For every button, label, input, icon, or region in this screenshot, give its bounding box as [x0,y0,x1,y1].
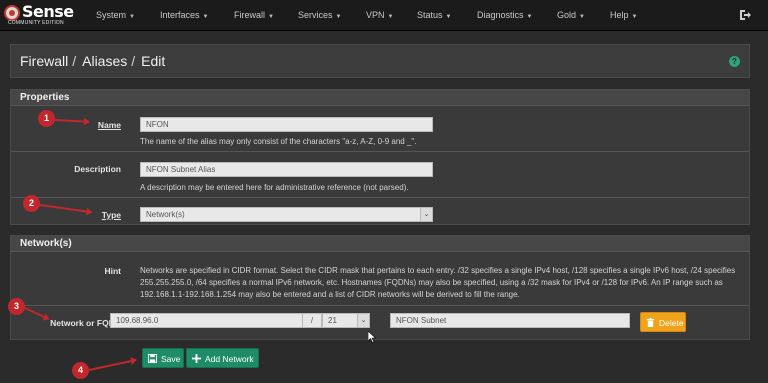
cidr-mask-select[interactable]: 21 ⌄ [322,313,370,328]
hint-text: Networks are specified in CIDR format. S… [140,266,736,299]
menu-label: Gold [557,10,577,20]
menu-interfaces[interactable]: Interfaces ▼ [160,0,208,31]
caret-down-icon: ▼ [202,14,209,20]
help-icon[interactable]: ? [729,56,740,67]
top-navbar: Sense COMMUNITY EDITION System ▼ Interfac… [0,0,768,31]
networks-title: Network(s) [11,236,749,252]
add-network-label: Add Network [205,354,254,364]
hint-label: Hint [104,266,121,276]
name-input[interactable]: NFON [140,117,433,132]
menu-gold[interactable]: Gold ▼ [557,0,585,31]
menu-firewall[interactable]: Firewall ▼ [234,0,274,31]
logout-icon[interactable] [738,8,752,22]
name-help-text: The name of the alias may only consist o… [140,137,417,146]
description-help-text: A description may be entered here for ad… [140,183,409,192]
menu-vpn[interactable]: VPN ▼ [366,0,393,31]
menu-services[interactable]: Services ▼ [298,0,341,31]
breadcrumb-edit: Edit [141,53,166,69]
delete-label: Delete [659,318,684,328]
menu-diagnostics[interactable]: Diagnostics ▼ [477,0,532,31]
menu-label: Help [610,10,629,20]
row-divider [11,197,749,198]
caret-down-icon: ▼ [268,14,274,20]
annotation-arrow-4 [88,359,137,371]
cidr-mask-value: 21 [328,316,337,325]
breadcrumb-aliases[interactable]: Aliases [82,53,127,69]
type-select-value: Network(s) [146,210,185,219]
annotation-marker-4: 4 [72,362,89,379]
annotation-marker-3: 3 [8,298,25,315]
breadcrumb-separator: / [131,53,136,69]
row-divider [11,151,749,152]
annotation-marker-2: 2 [23,195,40,212]
chevron-down-icon: ⌄ [420,208,432,221]
description-label: Description [74,164,121,174]
mouse-pointer-icon [368,331,376,343]
network-fqdn-label: Network or FQDN [50,318,121,328]
menu-label: VPN [366,10,385,20]
caret-down-icon: ▼ [631,14,638,20]
chevron-down-icon: ⌄ [357,314,369,327]
save-button[interactable]: Save [142,348,184,368]
caret-down-icon: ▼ [579,14,585,20]
menu-status[interactable]: Status ▼ [417,0,451,31]
breadcrumb-firewall[interactable]: Firewall [20,53,68,69]
properties-title: Properties [11,90,749,106]
caret-down-icon: ▼ [129,14,135,20]
plus-icon [192,354,201,363]
breadcrumb: Firewall / Aliases / Edit [20,53,165,69]
pfsense-logo[interactable]: Sense COMMUNITY EDITION [4,3,76,28]
description-input[interactable]: NFON Subnet Alias [140,162,433,177]
networks-panel: Network(s) Hint Networks are specified i… [10,235,750,340]
add-network-button[interactable]: Add Network [186,348,259,368]
menu-label: System [96,10,127,20]
properties-panel: Properties Name NFON The name of the ali… [10,89,750,225]
row-divider [11,305,749,306]
save-label: Save [161,354,181,364]
trash-icon [646,318,655,327]
network-input[interactable]: 109.68.96.0 [110,313,303,328]
menu-system[interactable]: System ▼ [96,0,135,31]
caret-down-icon: ▼ [335,14,342,20]
logo-brand: Sense [22,2,74,21]
logo-badge-icon [4,5,20,21]
menu-label: Diagnostics [477,10,524,20]
save-icon [148,354,157,363]
annotation-marker-1: 1 [38,110,55,127]
menu-label: Interfaces [160,10,200,20]
caret-down-icon: ▼ [387,14,394,20]
delete-button[interactable]: Delete [640,312,686,332]
menu-label: Firewall [234,10,266,20]
menu-help[interactable]: Help ▼ [610,0,637,31]
type-select[interactable]: Network(s) ⌄ [140,207,433,222]
menu-label: Services [298,10,333,20]
page-header: Firewall / Aliases / Edit ? [10,44,750,78]
breadcrumb-separator: / [72,53,77,69]
logo-edition: COMMUNITY EDITION [8,20,64,26]
cidr-separator: / [302,313,322,328]
entry-description-input[interactable]: NFON Subnet [390,313,630,328]
type-label: Type [101,210,121,220]
caret-down-icon: ▼ [445,14,452,20]
menu-label: Status [417,10,443,20]
caret-down-icon: ▼ [526,14,533,20]
